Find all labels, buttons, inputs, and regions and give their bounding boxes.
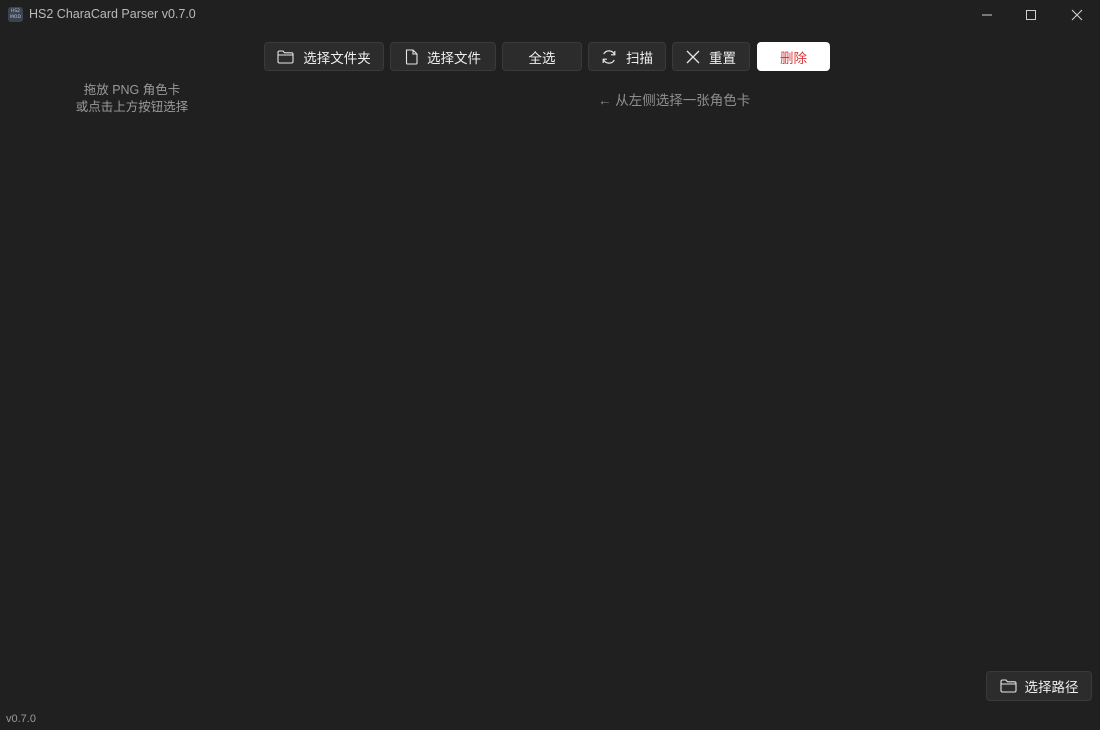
select-path-label: 选择路径 bbox=[1024, 680, 1079, 695]
select-all-label: 全选 bbox=[528, 50, 556, 66]
version-label: v0.7.0 bbox=[6, 713, 36, 725]
select-all-button[interactable]: 全选 bbox=[502, 42, 582, 71]
window-title: HS2 CharaCard Parser v0.7.0 bbox=[29, 7, 196, 21]
select-path-button[interactable]: 选择路径 bbox=[986, 671, 1092, 701]
select-folder-label: 选择文件夹 bbox=[303, 50, 371, 66]
title-bar: HS2 MOD HS2 CharaCard Parser v0.7.0 bbox=[0, 0, 1100, 30]
maximize-icon bbox=[1026, 10, 1036, 20]
select-folder-button[interactable]: 选择文件夹 bbox=[264, 42, 384, 71]
select-file-label: 选择文件 bbox=[427, 50, 481, 66]
select-file-button[interactable]: 选择文件 bbox=[390, 42, 496, 71]
drop-zone-hint: 拖放 PNG 角色卡 或点击上方按钮选择 bbox=[0, 82, 264, 116]
maximize-button[interactable] bbox=[1008, 0, 1054, 30]
folder-icon bbox=[277, 49, 294, 64]
scan-button[interactable]: 扫描 bbox=[588, 42, 666, 71]
close-window-button[interactable] bbox=[1054, 0, 1100, 30]
file-icon bbox=[405, 48, 418, 65]
minimize-button[interactable] bbox=[964, 0, 1010, 30]
minimize-icon bbox=[982, 14, 992, 16]
delete-label: 删除 bbox=[780, 50, 807, 66]
app-icon: HS2 MOD bbox=[8, 7, 23, 22]
scan-label: 扫描 bbox=[626, 50, 653, 66]
drop-hint-line2: 或点击上方按钮选择 bbox=[75, 100, 189, 114]
empty-state-hint: ← 从左侧选择一张角色卡 bbox=[598, 93, 751, 108]
close-icon bbox=[686, 50, 700, 63]
refresh-icon bbox=[602, 49, 616, 64]
delete-button[interactable]: 删除 bbox=[757, 42, 830, 71]
folder-icon bbox=[999, 679, 1017, 693]
close-icon bbox=[1071, 9, 1083, 21]
drop-hint-line1: 拖放 PNG 角色卡 bbox=[83, 83, 181, 97]
reset-label: 重置 bbox=[709, 50, 736, 66]
reset-button[interactable]: 重置 bbox=[672, 42, 750, 71]
